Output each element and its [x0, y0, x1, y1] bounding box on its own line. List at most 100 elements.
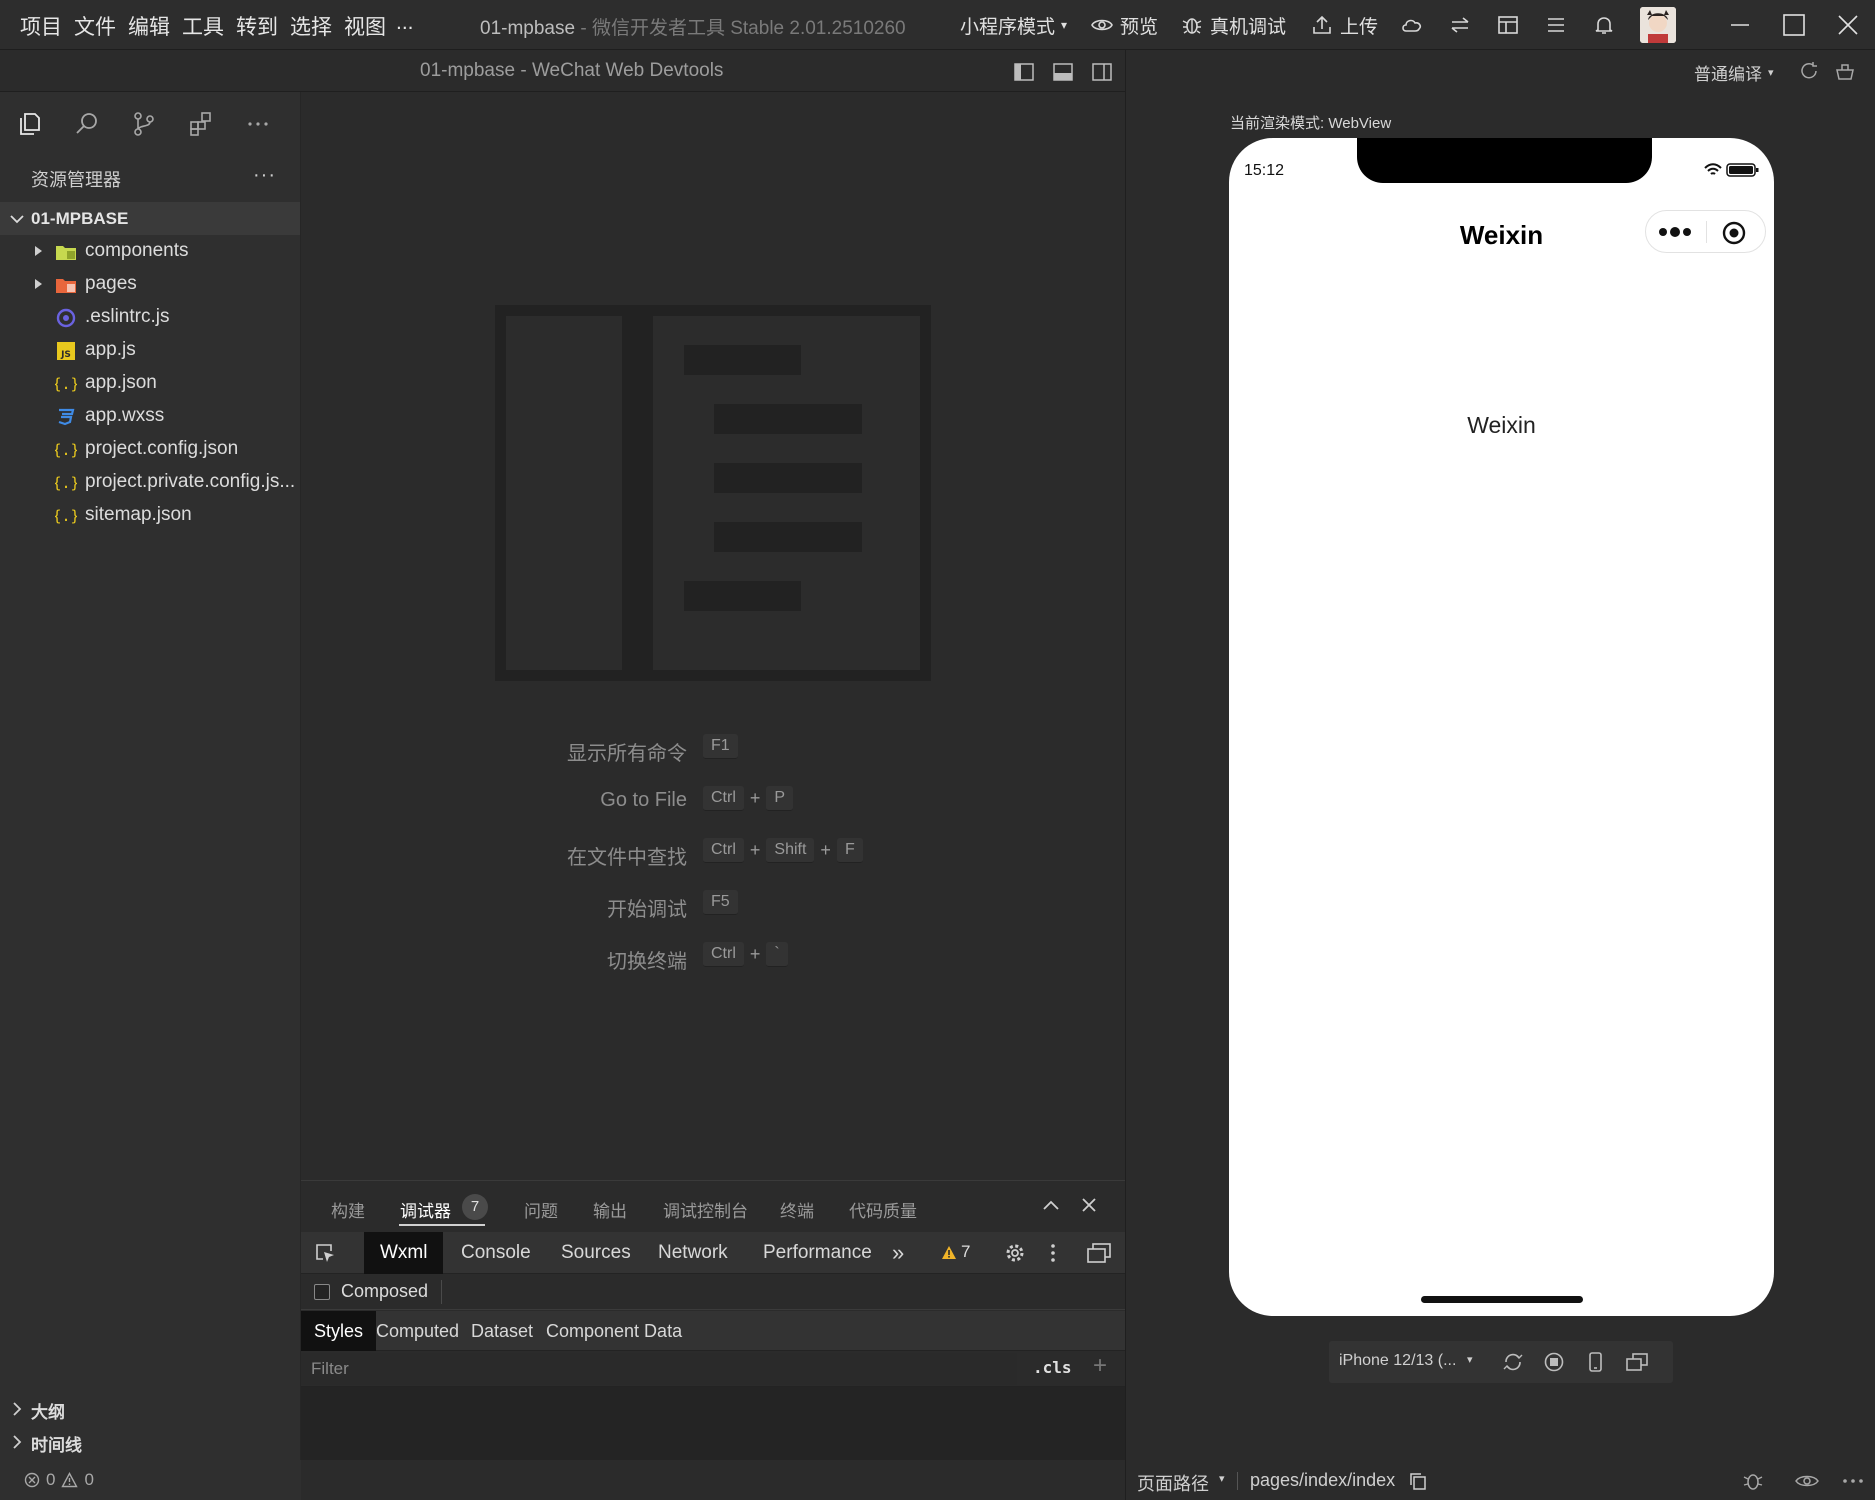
timeline-section[interactable]: 时间线 — [0, 1425, 300, 1457]
command-show-all[interactable]: 显示所有命令 F1 — [301, 732, 1125, 766]
tree-item-label: project.config.json — [85, 438, 239, 459]
tab-problems[interactable]: 问题 — [524, 1197, 558, 1222]
tab-code-quality[interactable]: 代码质量 — [849, 1197, 917, 1222]
composed-checkbox[interactable] — [314, 1284, 330, 1300]
maximize-icon[interactable] — [1781, 12, 1807, 38]
warning-count: 0 — [84, 1470, 94, 1489]
tree-item-components[interactable]: components — [0, 235, 300, 268]
explorer-icon[interactable] — [16, 110, 44, 138]
tree-item-app-json[interactable]: {.} app.json — [0, 367, 300, 400]
undock-icon[interactable] — [1086, 1242, 1112, 1264]
debug-icon[interactable] — [1741, 1469, 1765, 1493]
menu-file[interactable]: 文件 — [74, 11, 116, 41]
editor-area: 显示所有命令 F1 Go to File Ctrl + P 在文件中查找 Ctrl +… — [301, 92, 1125, 1180]
cloud-icon[interactable] — [1400, 13, 1424, 37]
more-icon[interactable] — [244, 110, 272, 138]
page-path-dropdown[interactable]: 页面路径 ▾ — [1126, 1460, 1238, 1500]
device-debug-label: 真机调试 — [1210, 16, 1287, 38]
device-debug-button[interactable]: 真机调试 — [1180, 11, 1286, 39]
refresh-icon[interactable] — [1798, 60, 1820, 82]
menu-view[interactable]: 视图 — [344, 11, 386, 41]
devtools-more-tabs[interactable]: » — [876, 1232, 920, 1274]
devtools-tab-sources[interactable]: Sources — [545, 1232, 647, 1274]
upload-button[interactable]: 上传 — [1310, 11, 1378, 39]
chevron-up-icon[interactable] — [1042, 1198, 1060, 1212]
toggle-sidebar-icon[interactable] — [1013, 61, 1035, 83]
rotate-icon[interactable] — [1502, 1351, 1524, 1373]
tab-debugger[interactable]: 调试器 — [400, 1197, 451, 1222]
tree-item-pages[interactable]: pages — [0, 268, 300, 301]
svg-text:{.}: {.} — [55, 474, 77, 492]
kebab-menu-icon[interactable] — [1047, 1242, 1059, 1264]
tree-item-eslintrc[interactable]: .eslintrc.js — [0, 301, 300, 334]
more-dots-icon[interactable] — [1658, 226, 1692, 238]
js-icon: JS — [57, 342, 75, 360]
exit-program-icon[interactable] — [1722, 221, 1746, 245]
bell-icon[interactable] — [1592, 13, 1616, 37]
tree-item-app-wxss[interactable]: app.wxss — [0, 400, 300, 433]
tab-output[interactable]: 输出 — [593, 1197, 627, 1222]
tab-debug-console[interactable]: 调试控制台 — [663, 1197, 748, 1222]
tab-terminal[interactable]: 终端 — [780, 1197, 814, 1222]
caret-down-icon: ▾ — [1061, 18, 1068, 32]
warning-counter[interactable]: 7 — [941, 1242, 970, 1262]
preview-button[interactable]: 预览 — [1090, 11, 1158, 39]
tree-item-project-private-config[interactable]: {.} project.private.config.js... — [0, 466, 300, 499]
layout-icon[interactable] — [1496, 13, 1520, 37]
minimize-icon[interactable] — [1727, 12, 1753, 38]
inspect-element-icon[interactable] — [314, 1242, 336, 1264]
mode-dropdown[interactable]: 小程序模式 ▾ — [960, 11, 1067, 39]
device-select[interactable]: iPhone 12/13 (... ▾ — [1329, 1341, 1479, 1383]
outline-section[interactable]: 大纲 — [0, 1392, 300, 1424]
devtools-tab-console[interactable]: Console — [445, 1232, 547, 1274]
devtools-tab-performance[interactable]: Performance — [747, 1232, 888, 1274]
title-bar: 项目 文件 编辑 工具 转到 选择 视图 ... 01-mpbase - 微信开… — [0, 0, 1875, 50]
command-find-in-files[interactable]: 在文件中查找 Ctrl + Shift + F — [301, 836, 1125, 870]
search-icon[interactable] — [73, 110, 101, 138]
menu-icon[interactable] — [1544, 13, 1568, 37]
detach-window-icon[interactable] — [1625, 1351, 1649, 1373]
command-start-debugging[interactable]: 开始调试 F5 — [301, 888, 1125, 922]
copy-icon[interactable] — [1408, 1471, 1428, 1491]
add-rule-button[interactable]: + — [1093, 1352, 1107, 1380]
avatar[interactable] — [1640, 7, 1676, 43]
cls-button[interactable]: .cls — [1033, 1358, 1072, 1377]
command-toggle-terminal[interactable]: 切换终端 Ctrl + ` — [301, 940, 1125, 974]
swap-icon[interactable] — [1448, 13, 1472, 37]
menu-project[interactable]: 项目 — [20, 11, 62, 41]
phone-screen[interactable]: 15:12 Weixin Weixin — [1229, 138, 1774, 1316]
toggle-secondary-sidebar-icon[interactable] — [1091, 61, 1113, 83]
stop-icon[interactable] — [1543, 1351, 1565, 1373]
tree-item-sitemap[interactable]: {.} sitemap.json — [0, 499, 300, 532]
settings-gear-icon[interactable] — [1004, 1242, 1026, 1264]
phone-icon[interactable] — [1584, 1351, 1606, 1373]
menu-tools[interactable]: 工具 — [182, 11, 224, 41]
explorer-more-button[interactable]: ··· — [253, 164, 276, 187]
more-icon[interactable] — [1842, 1478, 1864, 1484]
styles-tab-component-data[interactable]: Component Data — [533, 1311, 695, 1351]
tree-item-app-js[interactable]: JS app.js — [0, 334, 300, 367]
tab-build[interactable]: 构建 — [331, 1197, 365, 1222]
menu-goto[interactable]: 转到 — [236, 11, 278, 41]
toggle-panel-icon[interactable] — [1052, 61, 1074, 83]
source-control-icon[interactable] — [130, 110, 158, 138]
composed-row: Composed — [301, 1274, 1125, 1310]
devtools-tab-wxml[interactable]: Wxml — [364, 1232, 444, 1274]
problems-counter[interactable]: 0 0 — [24, 1470, 94, 1490]
command-go-to-file[interactable]: Go to File Ctrl + P — [301, 784, 1125, 818]
extensions-icon[interactable] — [187, 110, 215, 138]
clear-cache-icon[interactable] — [1834, 60, 1856, 82]
close-panel-icon[interactable] — [1081, 1197, 1097, 1213]
styles-filter-input[interactable] — [301, 1353, 1017, 1385]
workspace-root[interactable]: 01-MPBASE — [0, 202, 300, 235]
styles-tab-computed[interactable]: Computed — [363, 1311, 472, 1351]
menu-edit[interactable]: 编辑 — [128, 11, 170, 41]
tree-item-project-config[interactable]: {.} project.config.json — [0, 433, 300, 466]
folder-components-icon — [56, 246, 76, 260]
menu-select[interactable]: 选择 — [290, 11, 332, 41]
devtools-tab-network[interactable]: Network — [642, 1232, 744, 1274]
compile-mode-dropdown[interactable]: 普通编译 ▾ — [1694, 58, 1774, 86]
close-icon[interactable] — [1835, 12, 1861, 38]
menu-more[interactable]: ... — [396, 11, 414, 35]
eye-icon[interactable] — [1794, 1469, 1820, 1493]
